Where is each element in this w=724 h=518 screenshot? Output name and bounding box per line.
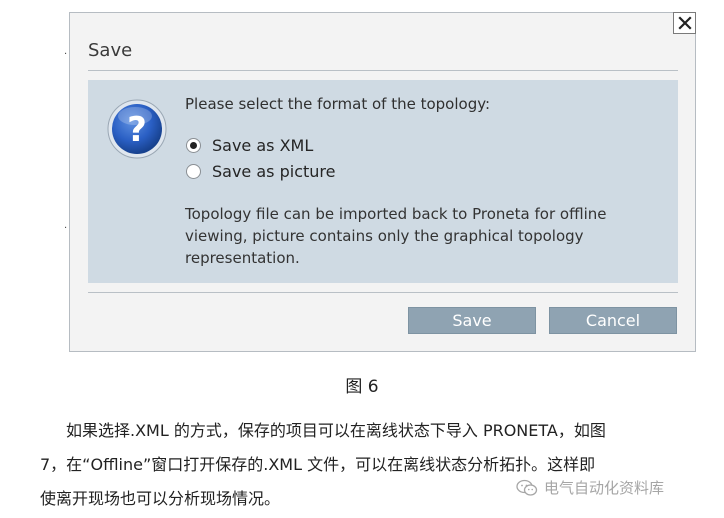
button-divider	[88, 292, 678, 293]
dialog-title: Save	[88, 40, 133, 61]
format-prompt: Please select the format of the topology…	[185, 95, 491, 113]
radio-button-picture[interactable]	[186, 164, 201, 179]
cancel-button[interactable]: Cancel	[549, 307, 677, 334]
figure-caption: 图 6	[345, 377, 379, 397]
margin-mark: ·	[64, 49, 68, 60]
option-save-as-xml[interactable]: Save as XML	[186, 136, 313, 155]
watermark: 电气自动化资料库	[516, 477, 664, 498]
paragraph-line: 如果选择.XML 的方式，保存的项目可以在离线状态下导入 PRONETA，如图	[66, 421, 606, 440]
body-paragraph: 如果选择.XML 的方式，保存的项目可以在离线状态下导入 PRONETA，如图 …	[40, 414, 710, 516]
svg-text:?: ?	[127, 110, 147, 150]
info-line: Topology file can be imported back to Pr…	[185, 205, 607, 223]
option-label-picture[interactable]: Save as picture	[212, 162, 335, 181]
close-button[interactable]	[673, 12, 696, 34]
option-save-as-picture[interactable]: Save as picture	[186, 162, 335, 181]
info-line: representation.	[185, 249, 300, 267]
info-line: viewing, picture contains only the graph…	[185, 227, 584, 245]
question-icon: ?	[107, 99, 167, 159]
watermark-text: 电气自动化资料库	[544, 479, 665, 497]
title-divider	[88, 70, 678, 71]
save-button[interactable]: Save	[408, 307, 536, 334]
close-icon	[677, 16, 692, 30]
option-label-xml[interactable]: Save as XML	[212, 136, 313, 155]
radio-button-xml[interactable]	[186, 138, 201, 153]
info-text: Topology file can be imported back to Pr…	[185, 203, 655, 269]
margin-mark: ·	[64, 223, 68, 234]
wechat-icon	[516, 479, 538, 496]
